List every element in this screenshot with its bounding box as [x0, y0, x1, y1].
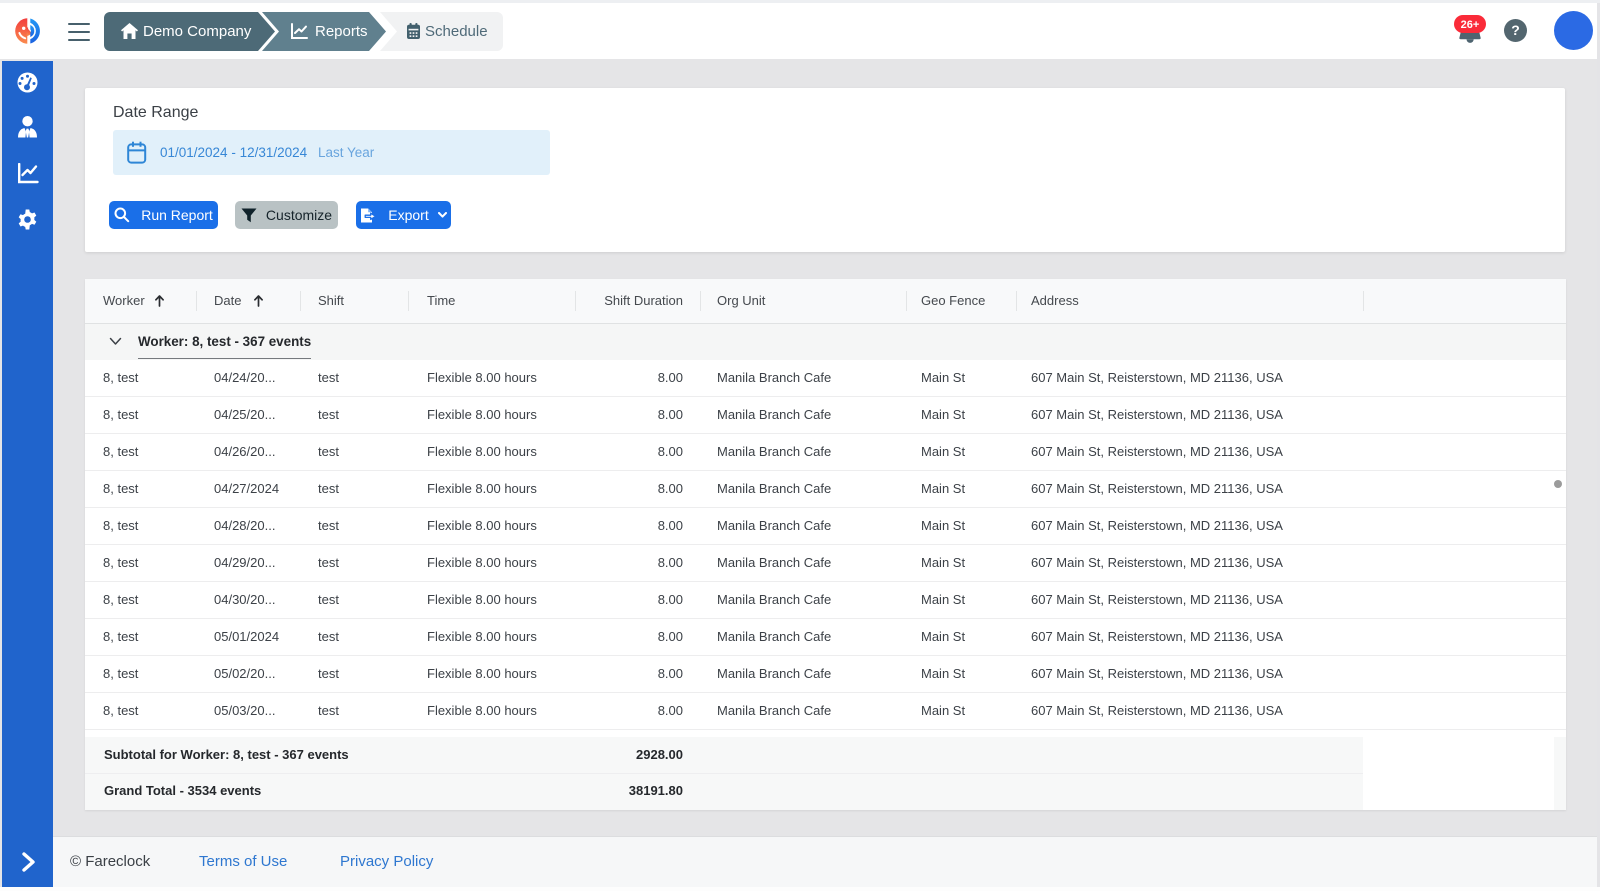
svg-text:26+: 26+ — [1461, 19, 1480, 31]
